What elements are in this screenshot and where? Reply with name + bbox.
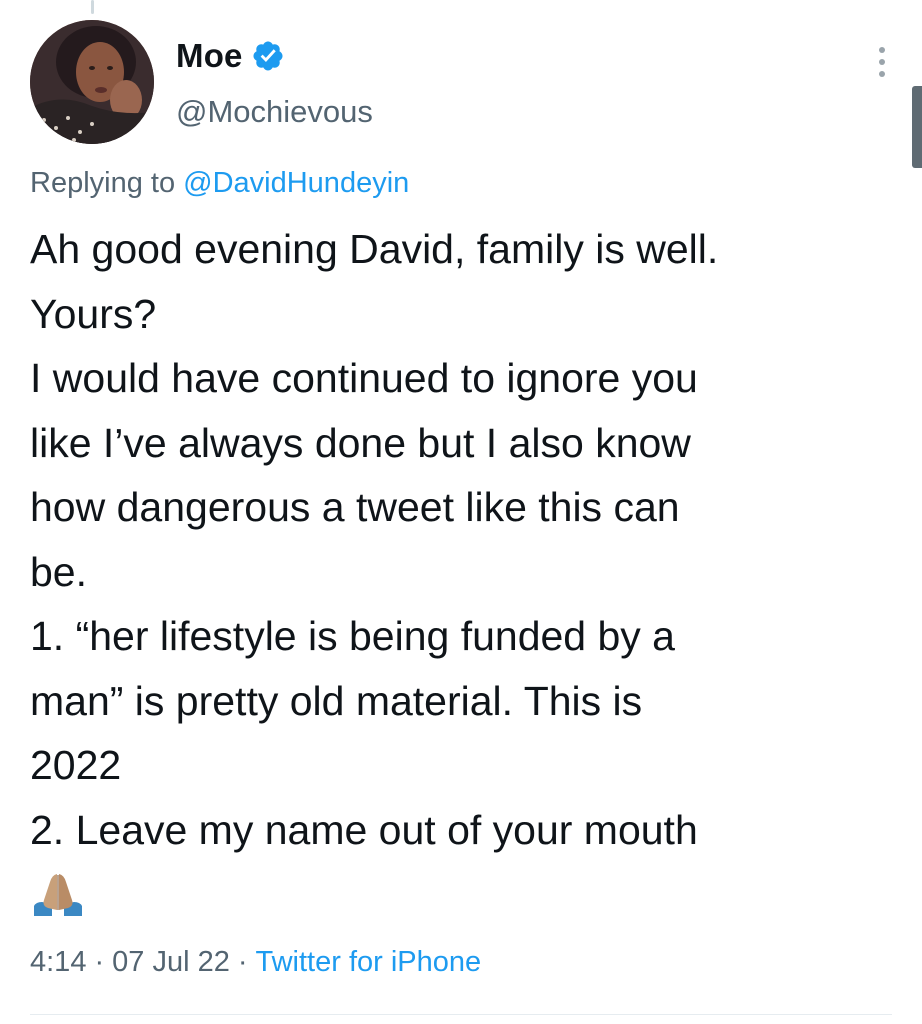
tweet-line: Yours? — [30, 290, 157, 337]
reply-context: Replying to @DavidHundeyin — [30, 167, 409, 200]
divider — [30, 1014, 892, 1015]
name-row: Moe — [176, 36, 373, 76]
tweet-header: Moe @Mochievous — [30, 20, 922, 150]
author-identity: Moe @Mochievous — [176, 36, 373, 130]
tweet-line: I would have continued to ignore you — [30, 355, 698, 401]
reply-context-prefix: Replying to — [30, 167, 184, 199]
tweet-line: be. — [30, 548, 87, 595]
folded-hands-icon — [30, 872, 86, 918]
verified-badge-icon — [251, 39, 285, 73]
meta-separator: · — [94, 946, 105, 978]
reply-mention-link[interactable]: @DavidHundeyin — [183, 167, 409, 199]
more-vertical-icon[interactable] — [872, 42, 892, 82]
author-name[interactable]: Moe — [176, 37, 243, 75]
thread-connector-line — [91, 0, 94, 14]
tweet-text: Ah good evening David, family is well. Y… — [30, 217, 902, 918]
tweet-line: 2022 — [30, 742, 122, 788]
scrollbar-thumb[interactable] — [912, 86, 922, 168]
tweet-source-link[interactable]: Twitter for iPhone — [256, 946, 482, 978]
tweet-time[interactable]: 4:14 — [30, 946, 86, 978]
tweet-line: like I’ve always done but I also know — [30, 419, 691, 466]
meta-separator: · — [237, 946, 248, 978]
tweet-line: 2. Leave my name out of your mouth — [30, 806, 698, 853]
tweet-date[interactable]: 07 Jul 22 — [112, 946, 230, 978]
avatar[interactable] — [30, 20, 154, 144]
tweet-line: Ah good evening David, family is well. — [30, 226, 719, 272]
author-handle[interactable]: @Mochievous — [176, 94, 373, 130]
tweet-line: 1. “her lifestyle is being funded by a — [30, 613, 675, 659]
avatar-image — [30, 20, 154, 144]
tweet-line: man” is pretty old material. This is — [30, 677, 643, 724]
tweet-meta: 4:14 · 07 Jul 22 · Twitter for iPhone — [30, 946, 481, 979]
tweet-line: how dangerous a tweet like this can — [30, 484, 680, 530]
